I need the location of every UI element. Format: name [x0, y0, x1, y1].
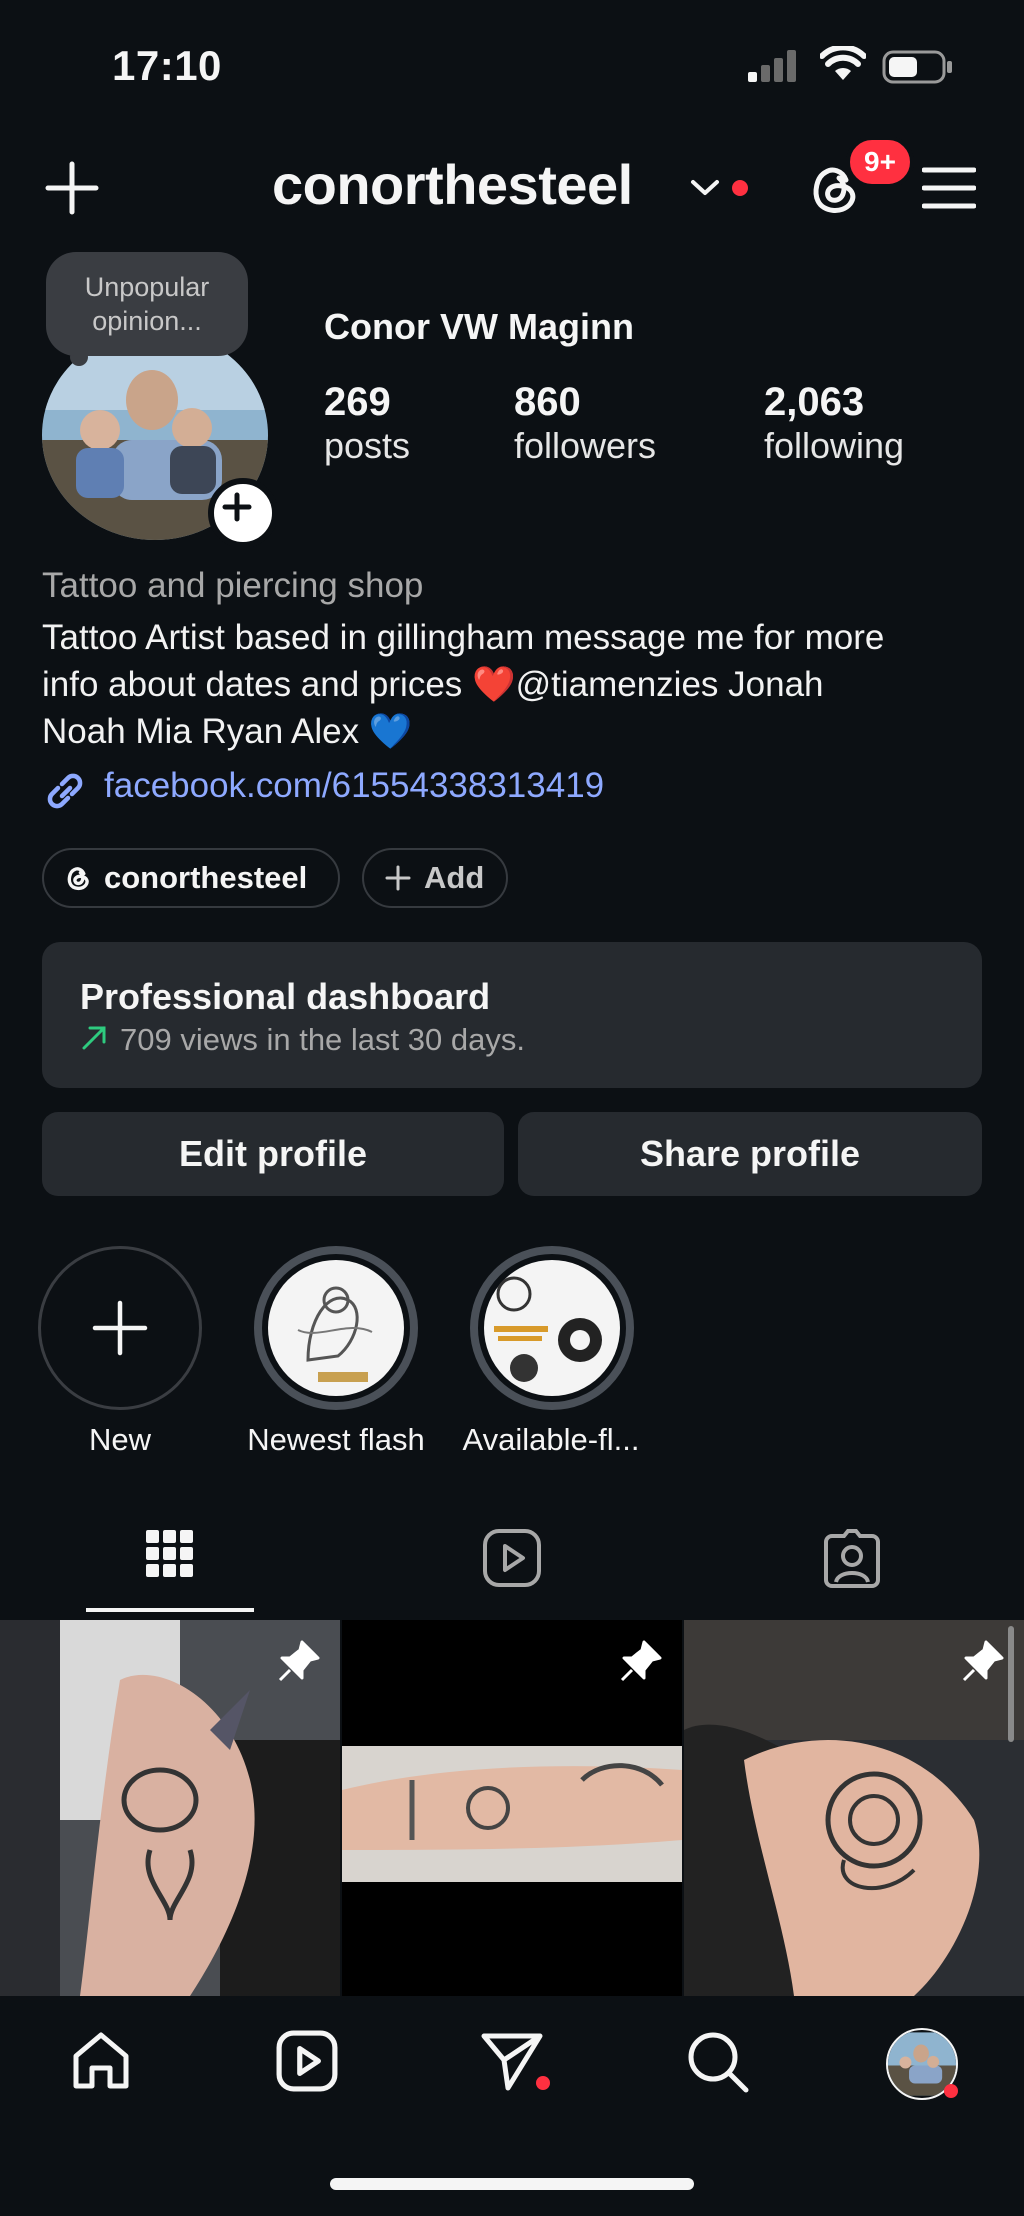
threads-profile-pill[interactable]: conorthesteel [42, 848, 340, 908]
home-icon[interactable] [70, 2030, 132, 2092]
tagged-tab[interactable] [822, 1528, 882, 1588]
highlight-label: New [88, 1422, 151, 1457]
edit-profile-button[interactable]: Edit profile [42, 1112, 504, 1196]
pin-icon [278, 1640, 320, 1682]
stat-value: 2,063 [764, 380, 865, 424]
reels-icon[interactable] [276, 2030, 338, 2092]
dashboard-title: Professional dashboard [80, 976, 491, 1017]
create-plus-icon[interactable] [44, 160, 100, 216]
profile-bio: Tattoo Artist based in gillingham messag… [42, 614, 1002, 755]
home-indicator [330, 2178, 694, 2190]
chevron-down-icon[interactable] [690, 178, 720, 198]
stat-label: followers [514, 425, 657, 466]
search-icon[interactable] [686, 2030, 750, 2094]
post-thumbnail[interactable] [684, 1620, 1024, 1996]
cellular-signal-icon [748, 50, 800, 82]
profile-full-name: Conor VW Maginn [324, 306, 634, 347]
grid-tab[interactable] [146, 1530, 194, 1590]
profile-category: Tattoo and piercing shop [42, 566, 424, 605]
add-pill-label: Add [424, 860, 485, 895]
account-alert-dot [732, 180, 748, 196]
threads-icon [67, 867, 89, 891]
pin-icon [962, 1640, 1004, 1682]
stat-label: following [764, 425, 905, 466]
share-profile-button[interactable]: Share profile [518, 1112, 982, 1196]
highlight-newest-flash[interactable] [254, 1246, 418, 1410]
trend-up-arrow-icon [80, 1024, 108, 1052]
highlight-label: Newest flash [247, 1422, 425, 1457]
new-highlight-button[interactable] [38, 1246, 202, 1410]
threads-pill-label: conorthesteel [104, 860, 308, 895]
stat-posts[interactable]: 269 posts [324, 380, 410, 467]
grid-icon [146, 1530, 193, 1577]
wifi-icon [820, 46, 866, 82]
active-tab-indicator [86, 1608, 254, 1612]
add-story-button[interactable] [208, 478, 278, 548]
link-icon [42, 768, 88, 814]
scrollbar[interactable] [1008, 1626, 1014, 1742]
bio-line: Tattoo Artist based in gillingham messag… [42, 618, 885, 657]
highlight-thumbnail [484, 1260, 620, 1396]
post-thumbnail[interactable] [342, 1620, 682, 1996]
pin-icon [620, 1640, 662, 1682]
profile-note[interactable]: Unpopular opinion... [46, 252, 248, 356]
bio-line: Noah Mia Ryan Alex 💙 [42, 712, 413, 751]
profile-username[interactable]: conorthesteel [272, 152, 633, 217]
profile-alert-dot [944, 2084, 958, 2098]
post-thumbnail[interactable] [0, 1620, 340, 1996]
stat-label: posts [324, 425, 411, 466]
plus-icon [385, 865, 411, 891]
profile-link[interactable]: facebook.com/61554338313419 [104, 766, 604, 806]
plus-icon [92, 1300, 148, 1356]
highlight-available-flash[interactable] [470, 1246, 634, 1410]
stat-following[interactable]: 2,063 following [764, 380, 904, 467]
battery-icon [882, 50, 954, 84]
bio-line: info about dates and prices ❤️@tiamenzie… [42, 665, 824, 704]
reels-icon [483, 1529, 541, 1587]
stat-value: 269 [324, 380, 391, 424]
tagged-icon [824, 1529, 880, 1588]
dashboard-subtitle: 709 views in the last 30 days. [120, 1022, 525, 1057]
messages-unread-dot [536, 2076, 550, 2090]
reels-tab[interactable] [482, 1528, 542, 1588]
stat-followers[interactable]: 860 followers [514, 380, 656, 467]
highlight-thumbnail [268, 1260, 404, 1396]
menu-icon[interactable] [922, 166, 976, 210]
status-time: 17:10 [112, 42, 222, 89]
add-pill-button[interactable]: Add [362, 848, 508, 908]
highlight-label: Available-fl... [462, 1422, 640, 1457]
stat-value: 860 [514, 380, 581, 424]
notification-badge[interactable]: 9+ [846, 136, 914, 188]
